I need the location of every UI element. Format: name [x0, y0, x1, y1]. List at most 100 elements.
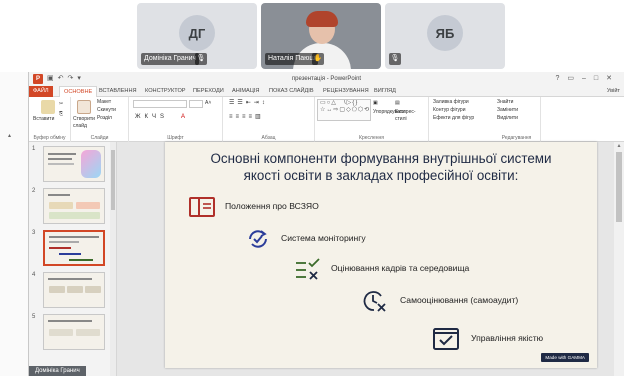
- font-grow-icon[interactable]: A˄: [205, 100, 211, 107]
- thumb-number: 3: [32, 230, 36, 236]
- tab-animations[interactable]: АНІМАЦІЯ: [228, 86, 263, 97]
- tab-file[interactable]: ФАЙЛ: [29, 86, 53, 97]
- shape-outline-button[interactable]: Контур фігури: [433, 107, 465, 114]
- sign-in-link[interactable]: Увійт: [607, 86, 620, 97]
- slide-thumbnail[interactable]: [43, 272, 105, 308]
- layout-button[interactable]: Макет: [97, 99, 111, 106]
- font-name-field[interactable]: [133, 100, 187, 108]
- slide-thumbnail-selected[interactable]: [43, 230, 105, 266]
- group-slides: Створити слайд Макет Скинути Розділ Слай…: [71, 97, 129, 142]
- checkbox-window-icon: [433, 328, 459, 350]
- thumb-box: [76, 329, 100, 336]
- thumb-box: [76, 202, 100, 209]
- chevron-up-icon: ▴: [8, 133, 12, 139]
- left-panel-edge: ▴: [0, 72, 28, 376]
- group-label: Абзац: [261, 135, 276, 141]
- thumb-line: [59, 253, 81, 255]
- scroll-knob[interactable]: [111, 150, 115, 210]
- tab-insert[interactable]: ВСТАВЛЕННЯ: [95, 86, 141, 97]
- thumb-box: [49, 202, 73, 209]
- group-label: Редагування: [501, 135, 532, 141]
- new-slide-button[interactable]: Створити слайд: [73, 116, 97, 130]
- item-label: Оцінювання кадрів та середовища: [331, 263, 470, 273]
- cut-icon[interactable]: ✂: [59, 101, 63, 108]
- tab-design[interactable]: КОНСТРУКТОР: [141, 86, 190, 97]
- group-font: A˄ ЖКЧS A Шрифт: [129, 97, 223, 142]
- muted-mic-icon: 🎙: [195, 53, 207, 65]
- reset-button[interactable]: Скинути: [97, 107, 116, 114]
- slide-title-line: Основні компоненти формування внутрішньо…: [210, 151, 552, 166]
- check-cross-list-icon: [296, 258, 320, 280]
- clock-cross-icon: [363, 291, 386, 312]
- font-color-icon[interactable]: A: [181, 114, 185, 121]
- participant-tile-video[interactable]: Наталія Паюш ✋: [261, 3, 381, 69]
- thumb-line: [49, 241, 79, 243]
- thumb-box: [49, 212, 100, 219]
- thumb-line: [49, 247, 71, 249]
- tab-review[interactable]: РЕЦЕНЗУВАННЯ: [319, 86, 373, 97]
- slide-canvas[interactable]: Основні компоненти формування внутрішньо…: [165, 142, 597, 368]
- item-label: Положення про ВСЗЯО: [225, 201, 319, 211]
- thumb-box: [49, 329, 73, 336]
- thumb-box: [49, 286, 65, 293]
- tab-view[interactable]: ВИГЛЯД: [370, 86, 400, 97]
- paste-button[interactable]: Вставити: [33, 116, 54, 123]
- participant-tile[interactable]: ЯБ 🎙: [385, 3, 505, 69]
- select-button[interactable]: Виділити: [497, 115, 518, 122]
- thumbnail-scrollbar[interactable]: [110, 142, 116, 376]
- font-format-buttons[interactable]: ЖКЧS: [135, 114, 168, 121]
- thumb-number: 2: [32, 188, 36, 194]
- window-controls[interactable]: ?▭–□✕: [556, 72, 621, 86]
- tab-slideshow[interactable]: ПОКАЗ СЛАЙДІВ: [265, 86, 318, 97]
- slide-thumbnail[interactable]: [43, 146, 105, 182]
- item-label: Система моніторингу: [281, 233, 366, 243]
- arrange-icon[interactable]: ▣: [373, 100, 378, 107]
- muted-mic-icon: 🎙: [389, 53, 401, 65]
- scroll-knob[interactable]: [616, 152, 622, 222]
- paste-icon[interactable]: [41, 100, 55, 114]
- slide-thumbnail-pane: 1 2 3 4 5: [29, 142, 117, 376]
- avatar: ЯБ: [427, 15, 463, 51]
- find-button[interactable]: Знайти: [497, 99, 513, 106]
- screen: ДГ Домініка Гранич 🎙 Наталія Паюш ✋ ЯБ 🎙…: [0, 0, 624, 376]
- title-bar: P ▣↶↷▾ презентація - PowerPoint ?▭–□✕: [29, 72, 624, 86]
- list-buttons[interactable]: ☰☰⇤⇥↕: [229, 100, 268, 107]
- item-label: Управління якістю: [471, 333, 544, 343]
- new-slide-icon[interactable]: [77, 100, 91, 114]
- copy-icon[interactable]: ⎘: [59, 111, 63, 118]
- ribbon: Вставити ✂ ⎘ Буфер обміну Створити слайд…: [29, 97, 624, 142]
- thumb-line: [48, 158, 72, 160]
- slide-title-line: якості освіти в закладах професійної осв…: [243, 168, 519, 183]
- replace-button[interactable]: Замінити: [497, 107, 518, 114]
- thumb-image: [81, 150, 101, 178]
- scroll-up-icon[interactable]: ▴: [614, 142, 624, 149]
- group-label: Слайди: [90, 135, 109, 141]
- thumb-line: [48, 320, 92, 322]
- made-with-badge[interactable]: Made with GAMMA: [541, 353, 589, 362]
- participant-tile[interactable]: ДГ Домініка Гранич 🎙: [137, 3, 257, 69]
- slide-scrollbar[interactable]: ▴: [614, 142, 624, 376]
- participant-name: Домініка Гранич: [141, 53, 200, 65]
- tab-transitions[interactable]: ПЕРЕХОДИ: [189, 86, 228, 97]
- section-button[interactable]: Розділ: [97, 115, 112, 122]
- window-title: презентація - PowerPoint: [291, 76, 362, 82]
- slide-thumbnail[interactable]: [43, 314, 105, 350]
- group-label: Буфер обміну: [33, 135, 66, 141]
- shape-fill-button[interactable]: Заливка фігури: [433, 99, 469, 106]
- video-hair: [306, 11, 338, 27]
- shapes-gallery[interactable]: ▭○△⌒\▷{}☆↔⇨▢◇⬠⬡⟲: [317, 99, 371, 121]
- slide-thumbnail[interactable]: [43, 188, 105, 224]
- thumb-number: 4: [32, 272, 36, 278]
- thumb-line: [48, 153, 76, 155]
- avatar: ДГ: [179, 15, 215, 51]
- shape-effects-button[interactable]: Ефекти для фігур: [433, 115, 474, 122]
- quick-styles-icon[interactable]: ▤: [395, 100, 400, 107]
- participant-name: Наталія Паюш: [265, 53, 318, 65]
- align-buttons[interactable]: ≡≡≡≡▥: [229, 114, 264, 121]
- quick-styles-button[interactable]: Експрес-стилі: [395, 109, 425, 123]
- participant-strip: ДГ Домініка Гранич 🎙 Наталія Паюш ✋ ЯБ 🎙: [0, 0, 624, 72]
- font-size-field[interactable]: [189, 100, 203, 108]
- thumb-box: [67, 286, 83, 293]
- powerpoint-window: P ▣↶↷▾ презентація - PowerPoint ?▭–□✕ ФА…: [28, 72, 624, 376]
- ribbon-tabs: ФАЙЛ ОСНОВНЕ ВСТАВЛЕННЯ КОНСТРУКТОР ПЕРЕ…: [29, 86, 624, 98]
